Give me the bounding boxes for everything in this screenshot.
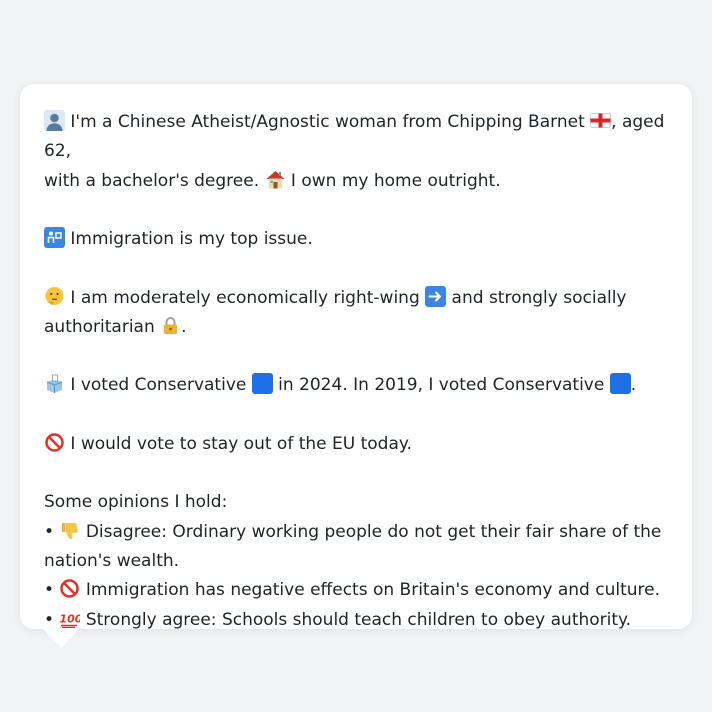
opinion-2-text: Immigration has negative effects on Brit… bbox=[80, 580, 660, 601]
prohibited-icon bbox=[44, 432, 65, 453]
opinions: Some opinions I hold: • Disagree: Ordina… bbox=[44, 488, 670, 635]
person-silhouette-icon bbox=[44, 110, 65, 131]
ideology: I am moderately economically right-wing … bbox=[44, 284, 670, 343]
profile-intro: I'm a Chinese Atheist/Agnostic woman fro… bbox=[44, 108, 670, 196]
opinion-1-continued: nation's wealth. bbox=[44, 551, 180, 572]
opinion-3-text: Strongly agree: Schools should teach chi… bbox=[80, 609, 632, 630]
message-bubble: I'm a Chinese Atheist/Agnostic woman fro… bbox=[20, 84, 692, 630]
intro-text-d: I own my home outright. bbox=[285, 170, 501, 191]
hundred-points-icon: 100 bbox=[59, 608, 83, 629]
england-flag-icon bbox=[590, 110, 612, 131]
ideology-text-b: and strongly socially bbox=[446, 287, 627, 308]
vote-text-a: I voted Conservative bbox=[65, 375, 252, 396]
intro-text-c: with a bachelor's degree. bbox=[44, 170, 265, 191]
right-arrow-icon bbox=[425, 285, 447, 307]
blue-square-icon bbox=[251, 373, 273, 395]
voting-history: I voted Conservative in 2024. In 2019, I… bbox=[44, 371, 670, 400]
svg-text:100: 100 bbox=[60, 612, 81, 625]
vote-text-b: in 2024. In 2019, I voted Conservative bbox=[272, 375, 610, 396]
top-issue: Immigration is my top issue. bbox=[44, 225, 670, 254]
blue-square-icon bbox=[609, 373, 631, 395]
prohibited-icon bbox=[59, 578, 80, 599]
thinking-face-icon bbox=[44, 286, 65, 307]
issue-text: Immigration is my top issue. bbox=[65, 229, 313, 250]
opinion-1-text: Disagree: Ordinary working people do not… bbox=[80, 521, 662, 542]
ballot-box-icon bbox=[44, 373, 65, 394]
bullet: • bbox=[44, 521, 60, 542]
ideology-text-d: . bbox=[181, 317, 187, 338]
eu-text: I would vote to stay out of the EU today… bbox=[65, 433, 412, 454]
intro-text-a: I'm a Chinese Atheist/Agnostic woman fro… bbox=[65, 112, 591, 132]
lock-icon bbox=[160, 315, 181, 336]
bullet: • bbox=[44, 580, 60, 601]
thumbs-down-icon bbox=[59, 520, 80, 541]
opinion-item: • Disagree: Ordinary working people do n… bbox=[44, 518, 670, 547]
eu-stance: I would vote to stay out of the EU today… bbox=[44, 430, 670, 459]
bullet: • bbox=[44, 609, 60, 630]
opinions-heading: Some opinions I hold: bbox=[44, 492, 228, 513]
ideology-text-a: I am moderately economically right-wing bbox=[65, 287, 426, 308]
house-icon bbox=[265, 169, 286, 190]
passport-control-icon bbox=[44, 227, 65, 249]
ideology-text-c: authoritarian bbox=[44, 317, 161, 338]
vote-text-c: . bbox=[630, 375, 637, 396]
opinion-item: • Immigration has negative effects on Br… bbox=[44, 576, 670, 605]
bubble-tail bbox=[42, 628, 80, 648]
opinion-item: • 100 Strongly agree: Schools should tea… bbox=[44, 606, 670, 635]
